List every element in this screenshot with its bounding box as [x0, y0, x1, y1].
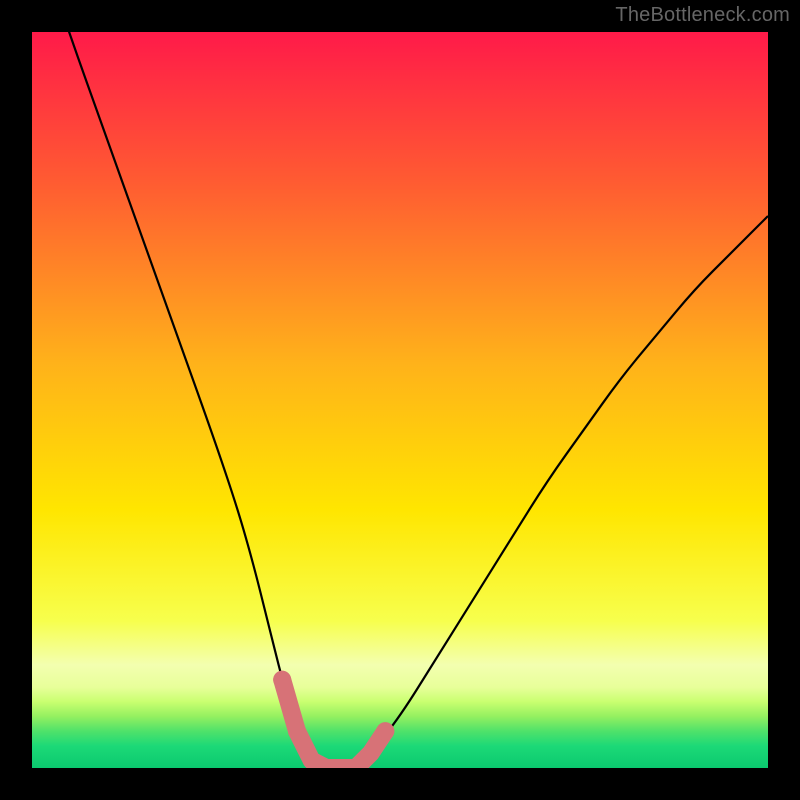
optimal-range-dot	[376, 722, 394, 740]
chart-frame: TheBottleneck.com	[0, 0, 800, 800]
optimal-range-dot	[288, 722, 306, 740]
optimal-range-dot	[273, 671, 291, 689]
curve-layer	[32, 32, 768, 768]
plot-area	[32, 32, 768, 768]
optimal-range-highlight	[273, 671, 394, 768]
watermark-text: TheBottleneck.com	[615, 4, 790, 27]
bottleneck-curve	[32, 32, 768, 768]
